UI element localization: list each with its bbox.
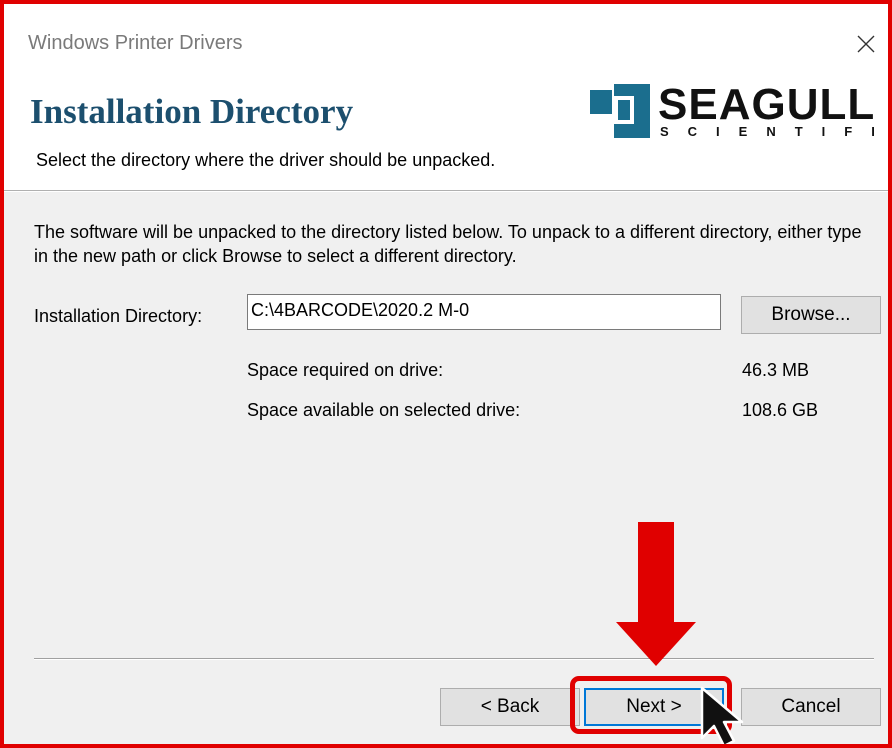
logo-subtext: SCIENTIFIC [660,124,892,139]
directory-label: Installation Directory: [34,306,203,326]
directory-input[interactable]: C:\4BARCODE\2020.2 M-0 [247,294,721,330]
close-button[interactable] [844,24,888,64]
seagull-scientific-logo: SEAGULL SCIENTIFIC [590,80,892,140]
close-icon [857,35,875,53]
down-arrow-icon [616,522,696,666]
cancel-button[interactable]: Cancel [741,688,881,726]
space-available-value: 108.6 GB [742,400,819,420]
wizard-header: Installation Directory Select the direct… [4,74,888,190]
mouse-pointer-icon [700,686,744,744]
window-title: Windows Printer Drivers [28,32,243,54]
browse-button[interactable]: Browse... [741,296,881,334]
red-outline-frame: Windows Printer Drivers Installation Dir… [0,0,892,748]
space-required-label: Space required on drive: [247,360,444,380]
footer-divider [34,658,874,660]
space-available-label: Space available on selected drive: [247,400,521,420]
seagull-logo-mark-icon [590,84,650,138]
back-button[interactable]: < Back [440,688,580,726]
description-text: The software will be unpacked to the dir… [34,222,862,266]
space-required-value: 46.3 MB [742,360,810,380]
wizard-body: The software will be unpacked to the dir… [4,192,888,744]
title-bar: Windows Printer Drivers [4,4,888,80]
page-title: Installation Directory [30,92,354,131]
page-subtitle: Select the directory where the driver sh… [36,150,496,170]
logo-wordmark: SEAGULL [658,80,876,129]
